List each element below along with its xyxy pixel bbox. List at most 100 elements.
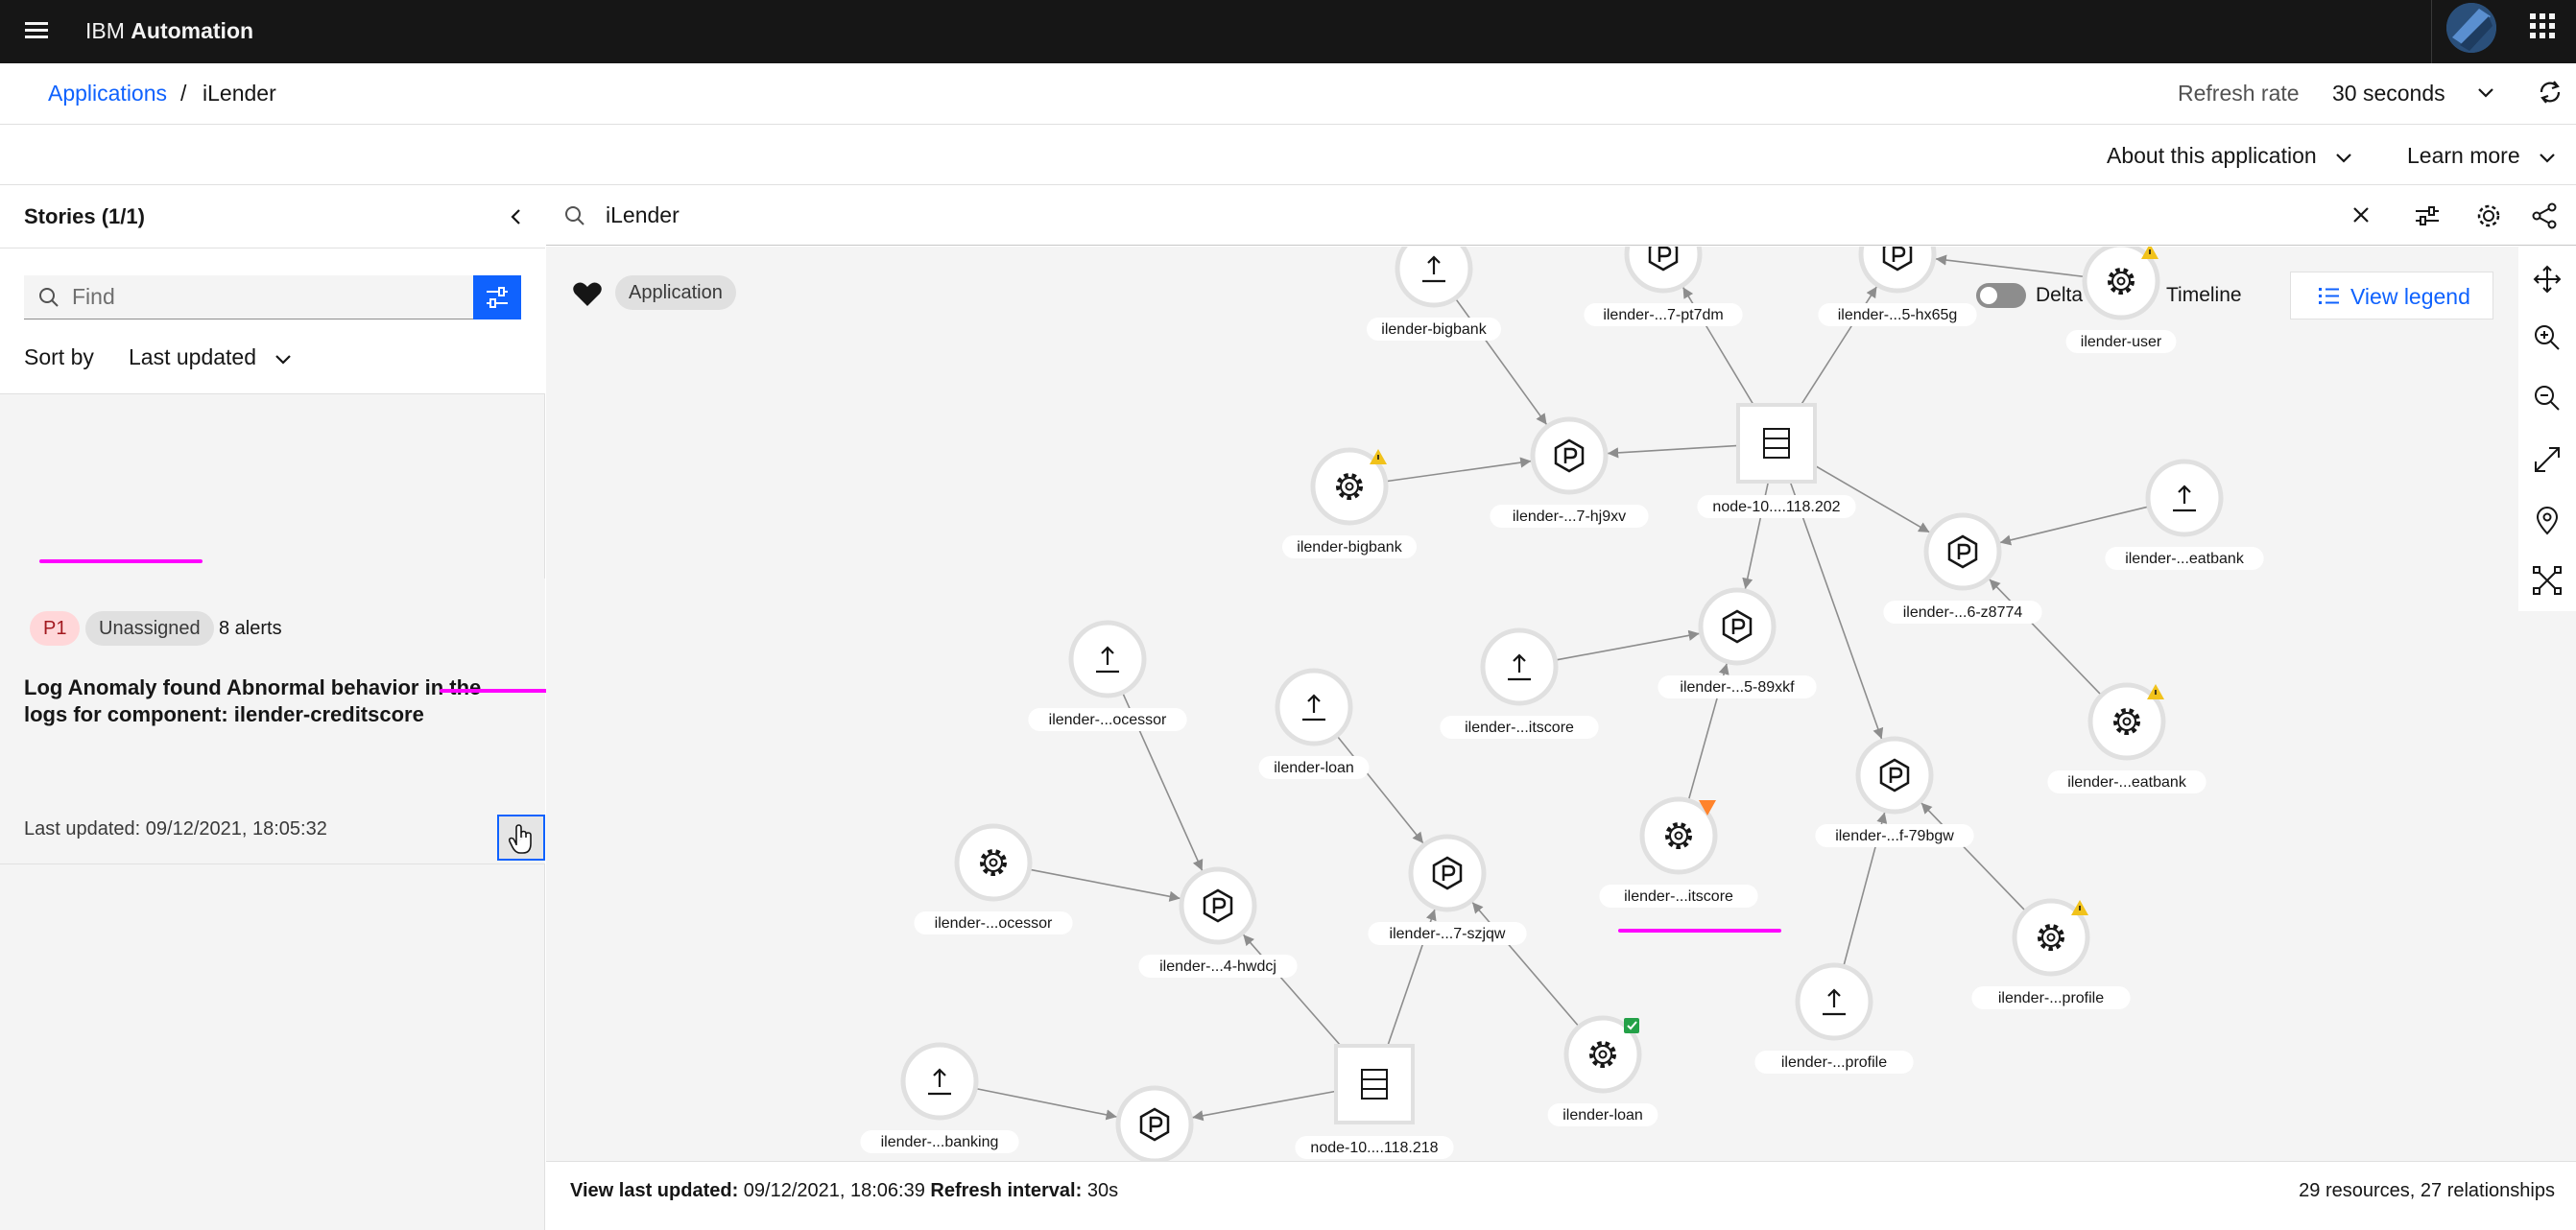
topology-canvas[interactable]: ilender-bigbank ilender-...7-pt7dm ilender…: [546, 247, 2576, 1161]
story-last-updated: Last updated: 09/12/2021, 18:05:32: [24, 818, 327, 840]
node-label: node-10....118.218: [1295, 1136, 1454, 1159]
topology-node-pod[interactable]: ilender-...7-szjqw: [1368, 834, 1527, 945]
node-label: ilender-...7-hj9xv: [1490, 505, 1649, 528]
topology-node-pod[interactable]: ilender-...7-hj9xv: [1490, 416, 1649, 528]
node-label: ilender-...7-pt7dm: [1584, 303, 1743, 326]
topology-node-pod[interactable]: ilender-...5-hx65g: [1818, 247, 1977, 326]
topology-graph[interactable]: ilender-bigbank ilender-...7-pt7dm ilender…: [546, 247, 2576, 1161]
about-application-label: About this application: [2107, 143, 2317, 168]
relationship-edge[interactable]: [1555, 629, 1700, 661]
relationship-edge[interactable]: [975, 1087, 1117, 1121]
last-updated-value: 09/12/2021, 18:06:39: [743, 1180, 925, 1201]
timeline-link[interactable]: Timeline: [2166, 281, 2242, 310]
breadcrumb-current: iLender: [203, 81, 276, 106]
fit-to-screen-icon[interactable]: [2530, 442, 2564, 477]
topology-node-service[interactable]: ilender-bigbank: [1282, 447, 1417, 558]
filter-settings-button[interactable]: [473, 275, 521, 319]
topology-node-pod[interactable]: ilender-...5-89xkf: [1658, 587, 1817, 698]
annotation-underline: [1618, 929, 1781, 933]
topology-node-service[interactable]: ilender-...profile: [1971, 898, 2131, 1009]
topology-node-upload[interactable]: ilender-...itscore: [1440, 627, 1599, 739]
topology-node-service[interactable]: ilender-loan: [1547, 1015, 1658, 1126]
story-card[interactable]: P1 Unassigned 8 alerts Log Anomaly found…: [0, 579, 545, 864]
relationship-edge[interactable]: [1385, 457, 1532, 483]
relationship-edge[interactable]: [1192, 1090, 1339, 1122]
svg-text:ilender-...4-hwdcj: ilender-...4-hwdcj: [1159, 958, 1276, 975]
favorite-heart-icon[interactable]: [572, 281, 603, 313]
relationship-edge[interactable]: [1607, 444, 1741, 459]
last-updated-label: View last updated:: [570, 1180, 739, 1201]
hamburger-menu-icon[interactable]: [21, 15, 52, 46]
node-label: ilender-user: [2065, 330, 2177, 353]
topology-node-service[interactable]: ilender-...itscore: [1599, 796, 1758, 908]
topology-node-server[interactable]: node-10....118.218: [1295, 1044, 1454, 1159]
view-legend-button[interactable]: View legend: [2290, 272, 2493, 319]
refresh-icon[interactable]: [2534, 76, 2566, 108]
svg-text:ilender-...eatbank: ilender-...eatbank: [2125, 551, 2245, 567]
relationship-edge[interactable]: [1336, 735, 1424, 844]
collapse-panel-icon[interactable]: [504, 202, 529, 231]
delta-toggle[interactable]: [1976, 283, 2026, 308]
topology-filter-icon[interactable]: [2408, 197, 2446, 235]
relationship-edge[interactable]: [1989, 579, 2103, 697]
owner-tag: Unassigned: [85, 611, 214, 646]
zoom-in-icon[interactable]: [2530, 320, 2564, 355]
gear-icon[interactable]: [2469, 197, 2508, 235]
app-switcher-icon[interactable]: [2530, 13, 2555, 38]
topology-status-bar: View last updated: 09/12/2021, 18:06:39 …: [546, 1161, 2576, 1218]
about-application-dropdown[interactable]: About this application: [2107, 139, 2353, 172]
topology-node-pod[interactable]: [1115, 1085, 1194, 1161]
sort-by-dropdown[interactable]: Last updated: [129, 343, 293, 371]
relationship-edge[interactable]: [1471, 901, 1580, 1028]
product-name[interactable]: IBM Automation: [85, 15, 253, 46]
location-pin-icon[interactable]: [2530, 504, 2564, 538]
node-label: ilender-...itscore: [1440, 716, 1599, 739]
node-label: ilender-loan: [1547, 1103, 1658, 1126]
status-ok-icon: [1624, 1018, 1639, 1033]
topology-node-service[interactable]: ilender-...ocessor: [914, 823, 1073, 934]
refresh-rate-dropdown[interactable]: 30 seconds: [2332, 75, 2495, 111]
relationship-edge[interactable]: [1454, 297, 1548, 426]
relationship-edge[interactable]: [1999, 506, 2150, 546]
sort-by-label: Sort by: [24, 344, 94, 369]
move-icon[interactable]: [2530, 262, 2564, 296]
refresh-interval-value: 30s: [1086, 1180, 1119, 1201]
topology-node-upload[interactable]: ilender-...profile: [1754, 962, 1914, 1074]
breadcrumb-applications-link[interactable]: Applications: [48, 79, 167, 107]
topology-node-upload[interactable]: ilender-bigbank: [1367, 247, 1501, 341]
topology-node-pod[interactable]: ilender-...6-z8774: [1883, 512, 2042, 624]
topology-node-upload[interactable]: ilender-...banking: [860, 1042, 1019, 1153]
learn-more-dropdown[interactable]: Learn more: [2407, 139, 2557, 172]
node-label: ilender-...6-z8774: [1883, 601, 2042, 624]
topology-node-service[interactable]: ilender-...eatbank: [2047, 682, 2206, 793]
relationship-edge[interactable]: [1242, 934, 1351, 1057]
topology-node-upload[interactable]: ilender-...eatbank: [2105, 459, 2264, 570]
application-actions-bar: About this application Learn more: [0, 126, 2576, 185]
share-icon[interactable]: [2525, 197, 2564, 235]
clear-search-icon[interactable]: [2347, 201, 2375, 229]
node-label: ilender-...eatbank: [2105, 547, 2264, 570]
story-title[interactable]: Log Anomaly found Abnormal behavior in t…: [24, 674, 504, 728]
svg-text:ilender-...6-z8774: ilender-...6-z8774: [1903, 604, 2023, 621]
svg-text:node-10....118.202: node-10....118.202: [1712, 499, 1840, 515]
story-open-button[interactable]: [497, 815, 545, 861]
node-label: ilender-...banking: [860, 1130, 1019, 1153]
relationship-edge[interactable]: [1920, 802, 2027, 912]
topology-node-pod[interactable]: ilender-...7-pt7dm: [1584, 247, 1743, 326]
topology-node-pod[interactable]: ilender-...f-79bgw: [1815, 736, 1974, 847]
topology-node-server[interactable]: node-10....118.202: [1697, 403, 1856, 518]
topology-search-input[interactable]: iLender: [606, 201, 680, 229]
node-label: ilender-bigbank: [1282, 535, 1417, 558]
topology-node-pod[interactable]: ilender-...4-hwdcj: [1138, 866, 1298, 978]
topology-node-upload[interactable]: ilender-...ocessor: [1028, 620, 1187, 731]
node-label: ilender-...itscore: [1599, 885, 1758, 908]
user-avatar[interactable]: [2446, 3, 2496, 53]
network-layout-icon[interactable]: [2530, 563, 2564, 598]
topology-node-upload[interactable]: ilender-loan: [1258, 668, 1370, 779]
find-input[interactable]: [72, 275, 456, 319]
zoom-out-icon[interactable]: [2530, 381, 2564, 415]
relationship-edge[interactable]: [1029, 868, 1181, 902]
chevron-down-icon: [2540, 154, 2555, 163]
stories-title: Stories (1/1): [24, 204, 145, 228]
relationship-edge[interactable]: [1935, 254, 2086, 278]
